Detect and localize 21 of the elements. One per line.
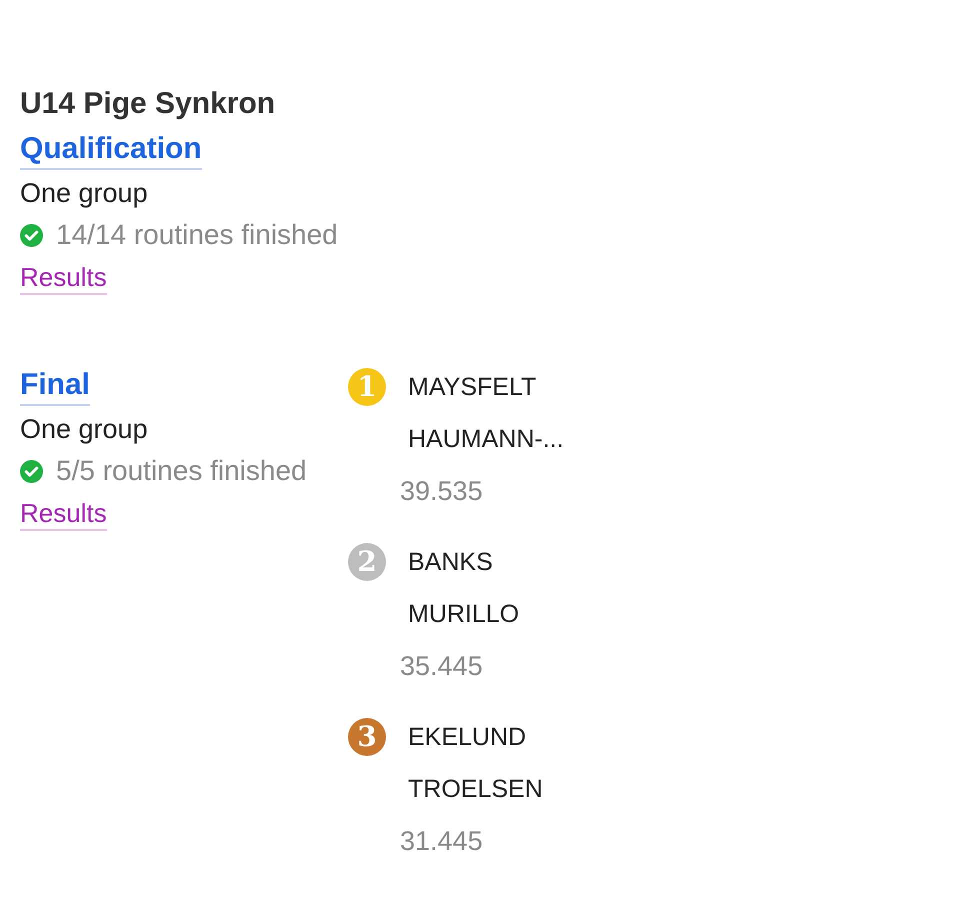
score-text: 35.445: [400, 650, 483, 682]
score-text: 31.445: [400, 824, 483, 856]
athlete-name: MAYSFELT: [408, 372, 536, 403]
round-link[interactable]: Final: [20, 366, 90, 406]
score-text: 39.535: [400, 474, 483, 506]
group-count: One group: [20, 414, 148, 444]
group-count: One group: [20, 178, 148, 208]
rank-medal: 2: [348, 543, 386, 581]
athlete-name: EKELUND: [408, 722, 526, 753]
status-text: 5/5 routines finished: [56, 454, 307, 488]
rank-medal: 3: [348, 718, 386, 756]
round-link[interactable]: Qualification: [20, 130, 202, 170]
rank-medal: 1: [348, 368, 386, 406]
results-link[interactable]: Results: [20, 497, 107, 531]
results-link[interactable]: Results: [20, 261, 107, 295]
athlete-name: HAUMANN-...: [408, 424, 564, 455]
athlete-name: TROELSEN: [408, 774, 543, 805]
athlete-name: BANKS: [408, 547, 493, 578]
status-text: 14/14 routines finished: [56, 218, 338, 252]
athlete-name: MURILLO: [408, 599, 520, 630]
event-title: U14 Pige Synkron: [20, 87, 276, 120]
